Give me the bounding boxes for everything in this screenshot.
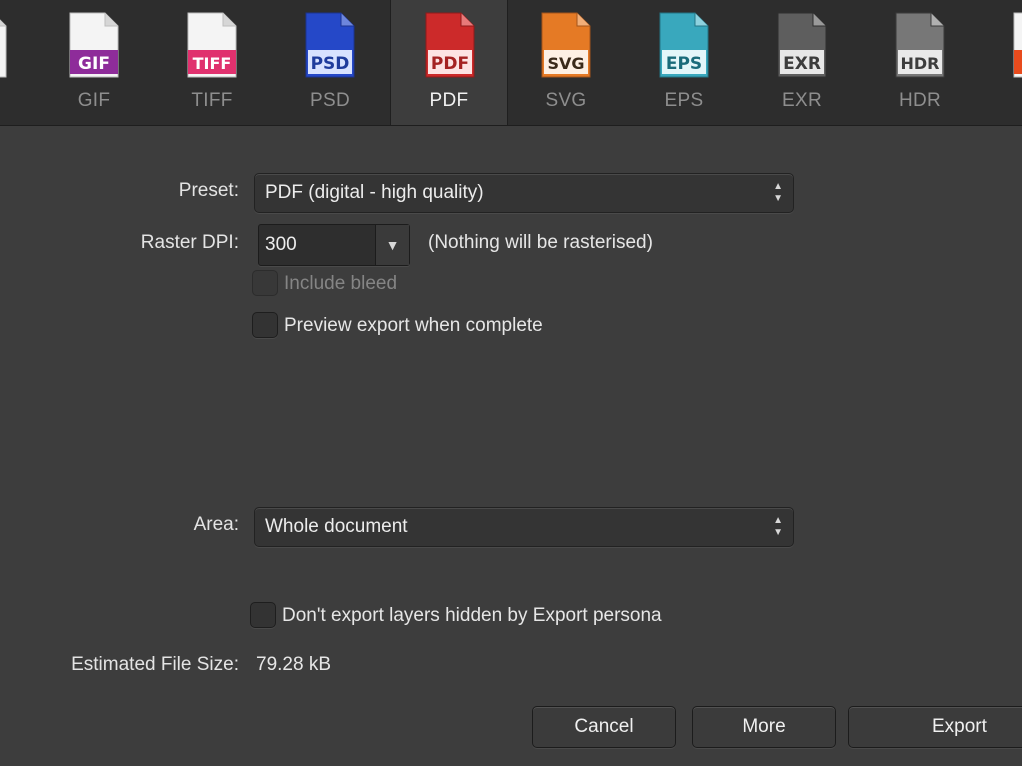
eps-badge: EPS <box>666 54 702 74</box>
cancel-button[interactable]: Cancel <box>532 706 676 748</box>
file-size-value: 79.28 kB <box>256 654 331 675</box>
raster-dpi-label: Raster DPI: <box>140 232 239 253</box>
up-down-arrows-icon: ▲ ▼ <box>773 181 783 204</box>
pdf-badge: PDF <box>431 54 469 74</box>
gif-file-icon: GIF <box>69 12 119 78</box>
format-tab-pdf[interactable]: PDF PDF <box>390 0 508 125</box>
tiff-badge: TIFF <box>193 54 232 73</box>
hdr-badge: HDR <box>901 54 940 73</box>
include-bleed-checkbox[interactable] <box>252 270 278 296</box>
psd-file-icon: PSD <box>305 12 355 78</box>
format-tab-strip: GIF GIF TIFF TIFF PSD PSD PDF PDF SVG SV… <box>0 0 1022 126</box>
chevron-down-icon[interactable]: ▼ <box>375 225 409 265</box>
dont-export-hidden-label: Don't export layers hidden by Export per… <box>282 605 662 626</box>
format-tab-eps[interactable]: EPS EPS <box>625 0 743 125</box>
svg-badge: SVG <box>547 54 584 73</box>
format-label: EPS <box>664 90 704 111</box>
format-tab-svg[interactable]: SVG SVG <box>507 0 625 125</box>
format-label: SVG <box>545 90 587 111</box>
svg-file-icon: SVG <box>541 12 591 78</box>
raster-dpi-combo: ▼ <box>258 224 410 266</box>
preset-dropdown[interactable]: PDF (digital - high quality) ▲ ▼ <box>254 173 794 213</box>
exr-file-icon: EXR <box>777 12 827 78</box>
format-label: TIFF <box>191 90 233 111</box>
file-size-label: Estimated File Size: <box>71 654 239 675</box>
jpeg-file-icon <box>0 19 7 78</box>
format-tab-psd[interactable]: PSD PSD <box>271 0 389 125</box>
preset-value: PDF (digital - high quality) <box>265 182 484 203</box>
format-label: PSD <box>310 90 350 111</box>
tiff-file-icon: TIFF <box>187 12 237 78</box>
format-label: HDR <box>898 90 942 111</box>
format-label: PDF <box>429 90 469 111</box>
format-label: GIF <box>77 90 111 111</box>
more-button[interactable]: More <box>692 706 836 748</box>
area-label: Area: <box>193 514 239 535</box>
raster-dpi-note: (Nothing will be rasterised) <box>428 232 653 253</box>
up-down-arrows-icon: ▲ ▼ <box>773 515 783 538</box>
gif-badge: GIF <box>78 54 110 74</box>
include-bleed-label: Include bleed <box>284 273 398 294</box>
area-dropdown[interactable]: Whole document ▲ ▼ <box>254 507 794 547</box>
preview-export-checkbox[interactable] <box>252 312 278 338</box>
format-tab-more[interactable] <box>979 0 1022 125</box>
export-button[interactable]: Export <box>848 706 1022 748</box>
format-tab-gif[interactable]: GIF GIF <box>35 0 153 125</box>
raster-dpi-input[interactable] <box>259 225 375 265</box>
format-tab-exr[interactable]: EXR EXR <box>743 0 861 125</box>
dont-export-hidden-checkbox[interactable] <box>250 602 276 628</box>
hdr-file-icon: HDR <box>895 12 945 78</box>
preview-export-label: Preview export when complete <box>284 315 543 336</box>
format-tab-hdr[interactable]: HDR HDR <box>861 0 979 125</box>
exr-badge: EXR <box>783 54 821 74</box>
format-tab-tiff[interactable]: TIFF TIFF <box>153 0 271 125</box>
preset-label: Preset: <box>178 180 239 201</box>
partial-file-icon <box>1013 12 1022 78</box>
pdf-file-icon: PDF <box>425 12 475 78</box>
psd-badge: PSD <box>311 54 350 74</box>
format-label: EXR <box>782 90 822 111</box>
eps-file-icon: EPS <box>659 12 709 78</box>
area-value: Whole document <box>265 516 408 537</box>
